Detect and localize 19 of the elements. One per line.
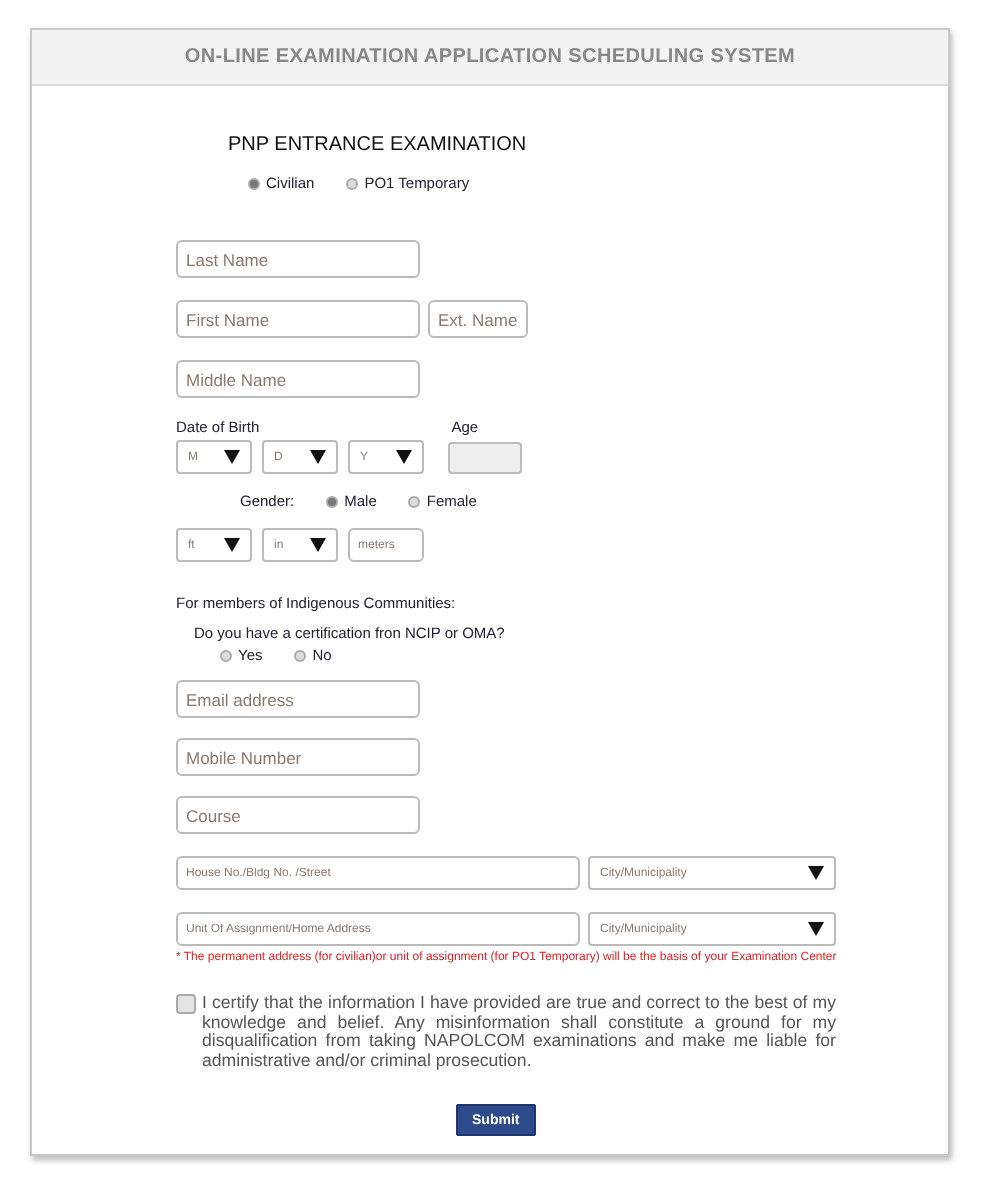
certify-checkbox[interactable] — [176, 994, 196, 1014]
dropdown-caret-icon — [396, 450, 412, 464]
contact-field[interactable]: Email address — [176, 680, 420, 718]
page-header: ON-LINE EXAMINATION APPLICATION SCHEDULING SYSTEM — [32, 30, 948, 86]
dropdown-caret-icon — [808, 866, 824, 880]
first-name-field[interactable]: First Name — [176, 300, 420, 338]
age-field — [448, 441, 522, 473]
certification-statement: I certify that the information I have provided are true and correct to the best of my knowledge and belief. Any misinformation shall constitute a ground for my disqualification from taking NAPOLCOM examinations and make me liable for administrative and/or criminal prosecution. — [202, 994, 836, 1070]
exam-title: PNP ENTRANCE EXAMINATION — [228, 134, 529, 156]
contact-field[interactable]: Course — [176, 796, 420, 834]
dropdown-caret-icon — [808, 922, 824, 936]
last-name-field[interactable]: Last Name — [176, 240, 420, 278]
middle-name-field[interactable]: Middle Name — [176, 360, 420, 398]
dropdown-caret-icon — [224, 450, 240, 464]
dropdown-caret-icon — [310, 538, 326, 552]
dropdown-caret-icon — [224, 538, 240, 552]
contact-field[interactable]: Mobile Number — [176, 738, 420, 776]
ext-name-field[interactable]: Ext. Name — [428, 300, 528, 338]
dropdown-caret-icon — [310, 450, 326, 464]
